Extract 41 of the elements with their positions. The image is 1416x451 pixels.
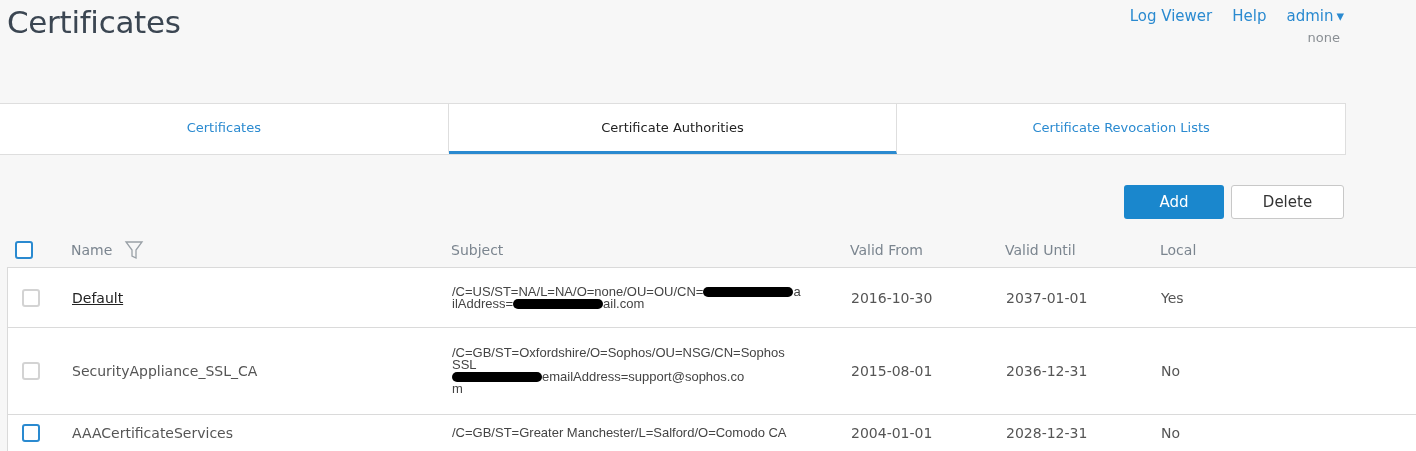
name-text: SecurityAppliance_SSL_CA bbox=[72, 363, 258, 379]
subject-text: a bbox=[793, 285, 801, 298]
subject-text: /C=US/ST=NA/L=NA/O=none/OU=OU/CN= bbox=[452, 285, 704, 298]
header-link[interactable]: Log Viewer bbox=[1129, 7, 1213, 25]
subject-text: SSL bbox=[452, 359, 477, 371]
filter-icon[interactable] bbox=[124, 240, 145, 260]
delete-button[interactable]: Delete bbox=[1231, 185, 1344, 219]
table-cell: 2016-10-30 bbox=[851, 289, 933, 306]
column-header: Valid Until bbox=[1005, 242, 1076, 258]
table-row[interactable]: Default /C=US/ST=NA/L=NA/O=none/OU=OU/CN= a ilAddress= ail.com 2016-10-30 2037-01-01 Yes bbox=[7, 267, 1416, 327]
subject-text: ail.com bbox=[603, 297, 645, 310]
column-header: Subject bbox=[451, 242, 504, 258]
name-text: AAACertificateServices bbox=[72, 425, 234, 441]
user-menu[interactable]: admin ▾ bbox=[1286, 7, 1344, 25]
tab[interactable]: Certificate Authorities bbox=[448, 104, 898, 154]
table-row[interactable]: AAACertificateServices /C=GB/ST=Greater Manchester/L=Salford/O=Comodo CA 2004-01-01 2028-12-31 No bbox=[7, 414, 1416, 451]
tab[interactable]: Certificates bbox=[0, 104, 449, 154]
add-button[interactable]: Add bbox=[1124, 185, 1224, 219]
table-cell: 2028-12-31 bbox=[1006, 425, 1088, 441]
column-header: Valid From bbox=[850, 242, 923, 258]
table-cell: 2036-12-31 bbox=[1006, 363, 1088, 379]
column-header: Name bbox=[71, 242, 113, 258]
subject-text: m bbox=[452, 383, 463, 395]
table-row[interactable]: SecurityAppliance_SSL_CA /C=GB/ST=Oxfordshire/O=Sophos/OU=NSG/CN=Sophos SSL emailAddress=support@sophos.co m 2015-08-01 2036-12-31 No bbox=[7, 327, 1416, 414]
table-cell: No bbox=[1161, 363, 1181, 379]
name-link[interactable]: Default bbox=[72, 289, 124, 306]
checkbox[interactable] bbox=[15, 241, 33, 259]
page-title: Certificates bbox=[7, 4, 181, 42]
table-cell: No bbox=[1161, 425, 1181, 441]
tab[interactable]: Certificate Revocation Lists bbox=[897, 104, 1345, 154]
table-cell: 2004-01-01 bbox=[851, 425, 933, 441]
subject-text: /C=GB/ST=Oxfordshire/O=Sophos/OU=NSG/CN=Sophos bbox=[452, 347, 785, 359]
table-cell: 2015-08-01 bbox=[851, 363, 933, 379]
checkbox[interactable] bbox=[22, 424, 40, 442]
subject-text: emailAddress=support@sophos.co bbox=[542, 371, 745, 383]
user-role: none bbox=[1307, 30, 1340, 45]
table-cell: 2037-01-01 bbox=[1006, 289, 1088, 306]
subject-text: /C=GB/ST=Greater Manchester/L=Salford/O=Comodo CA bbox=[452, 427, 787, 439]
subject-text: ilAddress= bbox=[452, 297, 514, 310]
table-cell: Yes bbox=[1161, 289, 1184, 306]
column-header: Local bbox=[1160, 242, 1197, 258]
